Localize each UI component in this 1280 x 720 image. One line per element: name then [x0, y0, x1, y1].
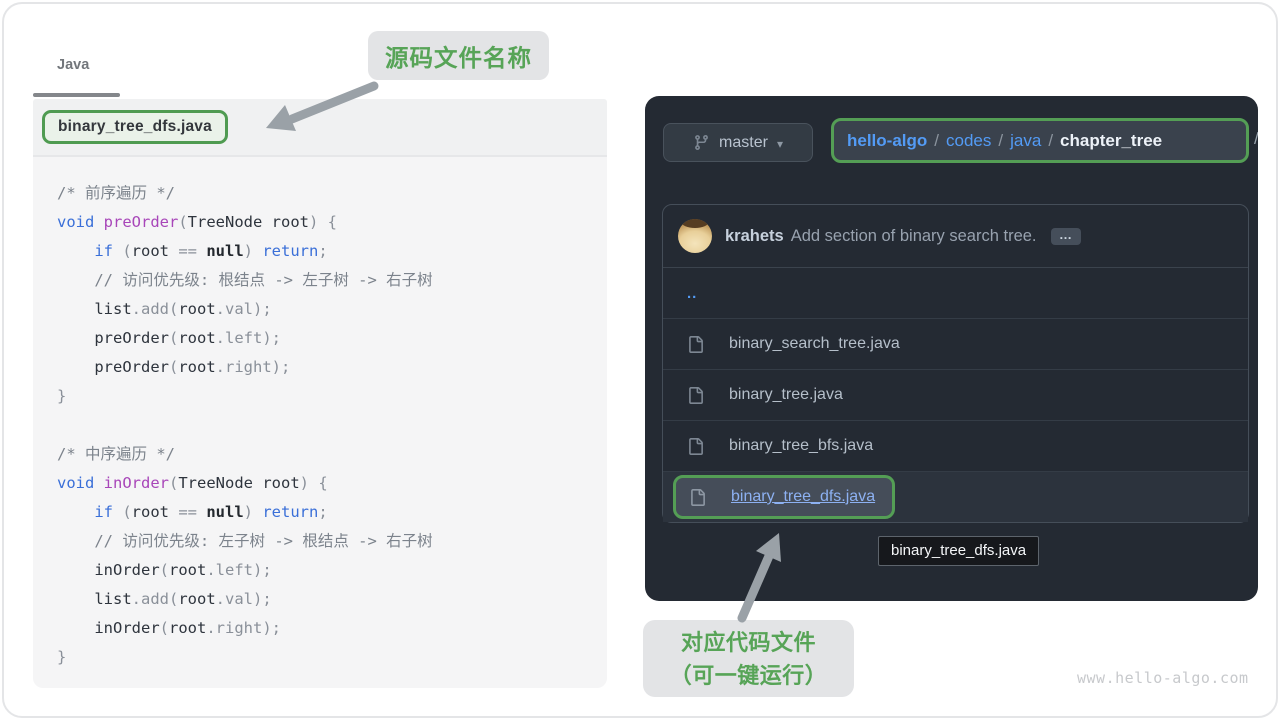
branch-name: master: [719, 134, 768, 152]
parent-directory-link[interactable]: ..: [687, 285, 697, 302]
file-highlight-box: binary_tree_dfs.java: [673, 475, 895, 519]
annotation-code-file: 对应代码文件 （可一键运行）: [643, 620, 854, 697]
breadcrumb-separator: /: [998, 131, 1003, 150]
breadcrumb-codes-link[interactable]: codes: [946, 131, 991, 150]
file-icon: [687, 336, 704, 353]
git-branch-icon: [693, 134, 710, 151]
filename-tooltip: binary_tree_dfs.java: [878, 536, 1039, 566]
latest-commit-row: krahets Add section of binary search tre…: [663, 205, 1248, 268]
breadcrumb: hello-algo / codes / java / chapter_tree: [847, 131, 1162, 151]
github-file-browser: master ▾ hello-algo / codes / java / chapter_t…: [645, 96, 1258, 601]
tab-active-indicator: [33, 93, 120, 97]
breadcrumb-separator: /: [1048, 131, 1053, 150]
file-link[interactable]: binary_tree_bfs.java: [729, 437, 873, 455]
annotation-code-file-line1: 对应代码文件: [681, 626, 816, 659]
file-row-highlighted[interactable]: binary_tree_dfs.java: [663, 472, 1248, 522]
parent-directory-row[interactable]: ..: [663, 268, 1248, 319]
breadcrumb-highlight-box: hello-algo / codes / java / chapter_tree: [831, 118, 1249, 163]
commit-more-button[interactable]: …: [1051, 228, 1081, 245]
commit-message-link[interactable]: Add section of binary search tree.: [791, 227, 1037, 246]
source-filename: binary_tree_dfs.java: [58, 118, 212, 136]
breadcrumb-current-dir: chapter_tree: [1060, 131, 1162, 150]
file-icon: [687, 387, 704, 404]
code-block: /* 前序遍历 */void preOrder(TreeNode root) {…: [33, 157, 607, 688]
file-icon: [687, 438, 704, 455]
file-icon: [689, 489, 706, 506]
file-row[interactable]: binary_tree.java: [663, 370, 1248, 421]
avatar[interactable]: [678, 219, 712, 253]
file-link[interactable]: binary_tree.java: [729, 386, 843, 404]
annotation-code-file-line2: （可一键运行）: [670, 659, 828, 692]
breadcrumb-java-link[interactable]: java: [1010, 131, 1041, 150]
breadcrumb-repo-link[interactable]: hello-algo: [847, 131, 927, 150]
breadcrumb-separator: /: [934, 131, 939, 150]
tab-java[interactable]: Java: [57, 57, 89, 73]
file-list-card: krahets Add section of binary search tre…: [662, 204, 1249, 523]
highlighted-file-link[interactable]: binary_tree_dfs.java: [731, 488, 875, 506]
commit-author-link[interactable]: krahets: [725, 227, 784, 246]
file-row[interactable]: binary_search_tree.java: [663, 319, 1248, 370]
code-tab-panel: binary_tree_dfs.java /* 前序遍历 */void preO…: [33, 99, 607, 690]
file-row[interactable]: binary_tree_bfs.java: [663, 421, 1248, 472]
code-filename-header: binary_tree_dfs.java: [33, 99, 607, 157]
annotation-source-filename-text: 源码文件名称: [385, 39, 532, 73]
source-filename-highlight-box: binary_tree_dfs.java: [42, 110, 228, 144]
watermark: www.hello-algo.com: [1077, 669, 1249, 687]
file-link[interactable]: binary_search_tree.java: [729, 335, 900, 353]
caret-down-icon: ▾: [777, 137, 783, 151]
breadcrumb-trailing-separator: /: [1254, 129, 1258, 149]
branch-selector[interactable]: master ▾: [663, 123, 813, 162]
annotation-source-filename: 源码文件名称: [368, 31, 549, 80]
